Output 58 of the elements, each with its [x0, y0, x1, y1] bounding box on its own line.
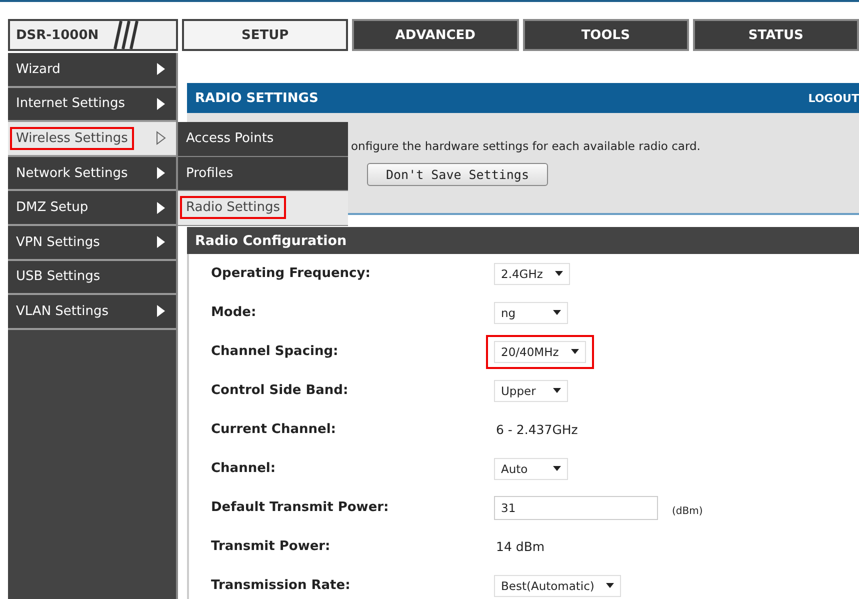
field-label: Transmit Power: — [210, 539, 332, 554]
menu-label: USB Settings — [15, 268, 102, 286]
description-text: onfigure the hardware settings for each available radio card. — [351, 139, 702, 153]
sidebar-item[interactable]: Internet Settings — [8, 88, 176, 122]
section-header: Radio Configuration — [187, 227, 859, 254]
menu-label: VPN Settings — [15, 234, 101, 252]
menu-label: Internet Settings — [15, 95, 126, 114]
menu-label: Wizard — [15, 60, 62, 79]
input-field[interactable]: 31 — [494, 496, 658, 520]
title-bar: RADIO SETTINGS LOGOUT — [187, 83, 859, 113]
dropdown[interactable]: ng — [494, 302, 568, 324]
menu-label: Network Settings — [15, 164, 129, 183]
submenu-item[interactable]: Radio Settings — [178, 191, 348, 226]
menu-label: Access Points — [185, 130, 275, 148]
nav-tab[interactable]: TOOLS — [522, 19, 689, 51]
sidebar-item[interactable]: VPN Settings — [8, 226, 176, 261]
value-text: 14 dBm — [496, 539, 545, 554]
sidebar-item[interactable]: USB Settings — [8, 260, 176, 296]
caret-icon — [553, 310, 561, 315]
caret-icon — [570, 349, 579, 354]
field-label: Channel: — [210, 461, 277, 476]
sidebar-item[interactable]: Network Settings — [8, 156, 176, 192]
sidebar-item[interactable]: Wireless Settings — [8, 122, 176, 157]
unit-label: (dBm) — [672, 506, 703, 517]
caret-icon — [553, 466, 561, 471]
dropdown[interactable]: Upper — [494, 380, 568, 402]
sidebar-item[interactable]: DMZ Setup — [8, 191, 176, 226]
dropdown[interactable]: Auto — [494, 458, 568, 480]
dropdown[interactable]: Best(Automatic) — [494, 574, 622, 596]
sidebar-item[interactable]: Wizard — [8, 53, 176, 88]
dropdown[interactable]: 20/40MHz — [494, 340, 586, 362]
menu-label: Wireless Settings — [12, 128, 132, 148]
menu-label: DMZ Setup — [15, 199, 90, 218]
submenu-item[interactable]: Profiles — [178, 156, 348, 192]
menu-label: Radio Settings — [182, 198, 284, 218]
field-label: Transmission Rate: — [210, 578, 352, 593]
menu-label: Profiles — [185, 164, 234, 183]
slash-marks-icon — [112, 21, 139, 49]
nav-tab[interactable]: STATUS — [692, 19, 859, 51]
sidebar-item[interactable]: VLAN Settings — [8, 295, 176, 330]
dropdown[interactable]: 2.4GHz — [494, 262, 570, 284]
dont-save-button[interactable]: Don't Save Settings — [367, 163, 548, 186]
logo: DSR-1000N — [8, 19, 178, 51]
field-label: Mode: — [210, 305, 258, 320]
submenu-item[interactable]: Access Points — [178, 122, 348, 157]
caret-icon — [606, 583, 614, 588]
field-label: Default Transmit Power: — [210, 500, 390, 515]
field-label: Current Channel: — [210, 422, 337, 437]
caret-icon — [553, 388, 561, 393]
logout-link[interactable]: LOGOUT — [808, 92, 859, 104]
field-label: Control Side Band: — [210, 383, 350, 398]
field-label: Operating Frequency: — [210, 266, 372, 281]
nav-tab[interactable]: ADVANCED — [352, 19, 518, 51]
field-label: Channel Spacing: — [210, 344, 340, 359]
value-text: 6 - 2.437GHz — [496, 422, 578, 437]
caret-icon — [554, 271, 563, 276]
menu-label: VLAN Settings — [15, 302, 110, 321]
nav-tab[interactable]: SETUP — [182, 19, 348, 51]
